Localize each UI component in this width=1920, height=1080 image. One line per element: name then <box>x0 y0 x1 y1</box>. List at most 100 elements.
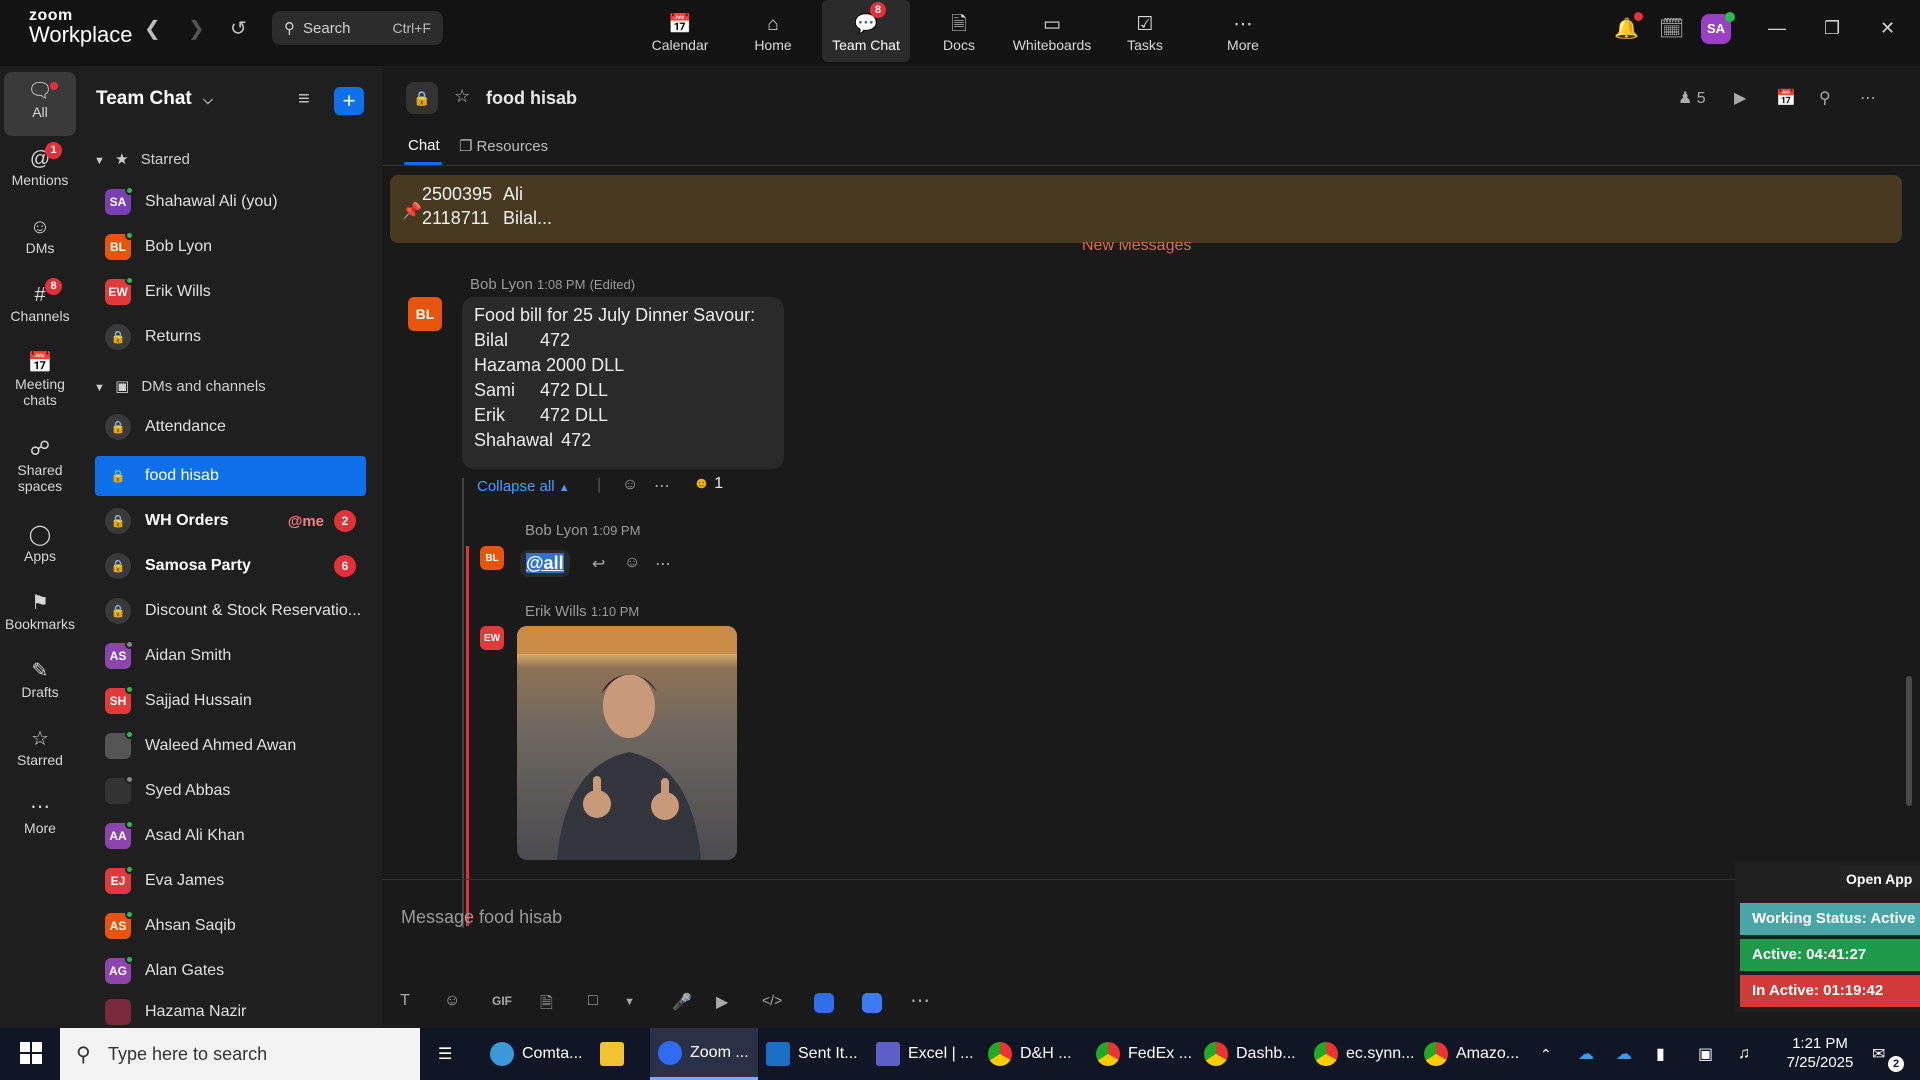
collapse-all-button[interactable]: Collapse all ▲ <box>477 478 570 495</box>
minimize-icon[interactable]: — <box>1768 18 1786 39</box>
chevron-up-icon[interactable]: ⌃ <box>1540 1028 1552 1080</box>
code-icon[interactable]: </> <box>762 992 782 1008</box>
forward-arrow-icon[interactable]: ❯ <box>188 16 205 41</box>
list-item[interactable]: 🔒 Returns <box>95 317 366 357</box>
tab-chat[interactable]: Chat <box>408 137 440 154</box>
cloud-icon[interactable]: ☁ <box>1616 1028 1632 1080</box>
taskbar-app[interactable]: Zoom ... <box>650 1028 758 1080</box>
panel-title[interactable]: Team Chat ⌵ <box>96 88 213 110</box>
history-icon[interactable]: ↺ <box>230 16 247 41</box>
rail-mentions[interactable]: @ Mentions 1 <box>0 142 80 188</box>
add-reaction-icon[interactable]: ☺ <box>624 554 640 572</box>
pinned-message-banner[interactable]: 📌 2500395 Ali 2118711 Bilal... <box>390 175 1902 243</box>
list-item[interactable]: AS Ahsan Saqib <box>95 906 366 946</box>
rail-drafts[interactable]: ✎ Drafts <box>0 658 80 700</box>
more-options-icon[interactable]: ⋯ <box>1860 88 1876 108</box>
video-icon[interactable]: ▶ <box>1734 88 1746 108</box>
members-button[interactable]: ♟ 5 <box>1678 88 1706 108</box>
nav-home[interactable]: ⌂ Home <box>729 0 817 62</box>
message-bubble[interactable]: @all <box>520 550 570 577</box>
scrollbar[interactable] <box>1906 676 1912 806</box>
app-icon[interactable] <box>814 993 834 1013</box>
sender-name[interactable]: Erik Wills <box>525 603 587 620</box>
message-composer[interactable]: Message food hisab T ☺ GIF 🗎 □ ▼ 🎤 ▶ </>… <box>382 879 1920 1028</box>
add-reaction-icon[interactable]: ☺ <box>622 476 638 494</box>
new-chat-button[interactable]: + <box>334 87 364 115</box>
search-icon[interactable]: ⚲ <box>1819 88 1831 108</box>
calendar-icon[interactable]: 📅 <box>1776 88 1796 108</box>
list-item[interactable]: Hazama Nazir <box>95 996 366 1028</box>
taskbar-app[interactable]: FedEx ... <box>1096 1028 1196 1080</box>
list-item[interactable]: BL Bob Lyon <box>95 227 366 267</box>
search-input[interactable]: ⚲ Search Ctrl+F <box>272 11 443 45</box>
list-item[interactable]: SA Shahawal Ali (you) <box>95 182 366 222</box>
rail-apps[interactable]: ◯ Apps <box>0 522 80 564</box>
taskbar-app[interactable]: D&H ... <box>988 1028 1088 1080</box>
restore-icon[interactable]: ❐ <box>1824 18 1840 39</box>
rail-dms[interactable]: ☺ DMs <box>0 214 80 256</box>
list-item[interactable]: EW Erik Wills <box>95 272 366 312</box>
taskbar-app[interactable]: Dashb... <box>1204 1028 1304 1080</box>
rail-shared-spaces[interactable]: ☍ Shared spaces <box>0 436 80 494</box>
battery-icon[interactable]: ▮ <box>1656 1028 1665 1080</box>
channel-title[interactable]: food hisab <box>486 88 577 109</box>
microphone-icon[interactable]: 🎤 <box>672 992 692 1012</box>
list-item-selected[interactable]: 🔒 food hisab <box>95 456 366 496</box>
video-message-icon[interactable]: ▶ <box>716 992 728 1012</box>
list-item[interactable]: SH Sajjad Hussain <box>95 681 366 721</box>
nav-tasks[interactable]: ☑ Tasks <box>1101 0 1189 62</box>
list-item[interactable]: 🔒 WH Orders @me 2 <box>95 501 366 541</box>
file-icon[interactable]: 🗎 <box>540 992 553 1019</box>
nav-team-chat[interactable]: 💬 8 Team Chat <box>822 0 910 62</box>
rail-starred[interactable]: ☆ Starred <box>0 726 80 768</box>
taskbar-app[interactable]: Amazo... <box>1424 1028 1528 1080</box>
starred-section-header[interactable]: ▼ ★ Starred <box>94 150 190 168</box>
taskbar-app[interactable]: Excel | ... <box>876 1028 976 1080</box>
nav-calendar[interactable]: 📅 Calendar <box>636 0 724 62</box>
list-item[interactable]: AS Aidan Smith <box>95 636 366 676</box>
clock[interactable]: 1:21 PM 7/25/2025 <box>1772 1034 1868 1072</box>
list-item[interactable]: 🔒 Discount & Stock Reservatio... <box>95 591 366 631</box>
list-item[interactable]: AA Asad Ali Khan <box>95 816 366 856</box>
more-icon[interactable]: ⋯ <box>910 988 930 1013</box>
windows-start-icon[interactable] <box>20 1042 42 1064</box>
list-item[interactable]: Syed Abbas <box>95 771 366 811</box>
star-icon[interactable]: ☆ <box>454 86 470 107</box>
list-item[interactable]: EJ Eva James <box>95 861 366 901</box>
avatar[interactable]: BL <box>480 546 504 570</box>
nav-docs[interactable]: 🗎 Docs <box>915 0 1003 62</box>
list-item[interactable]: 🔒 Samosa Party 6 <box>95 546 366 586</box>
sender-name[interactable]: Bob Lyon <box>525 522 588 539</box>
text-format-icon[interactable]: T <box>400 992 410 1010</box>
rail-channels[interactable]: # Channels 8 <box>0 278 80 324</box>
composer-placeholder[interactable]: Message food hisab <box>401 907 562 928</box>
more-options-icon[interactable]: ⋯ <box>654 476 670 496</box>
taskbar-search-input[interactable]: ⚲ Type here to search <box>60 1028 420 1080</box>
calendar-status-icon[interactable]: 🗓 <box>1659 16 1684 41</box>
more-options-icon[interactable]: ⋯ <box>655 554 671 574</box>
dms-section-header[interactable]: ▼ ▣ DMs and channels <box>94 377 266 395</box>
gif-icon[interactable]: GIF <box>492 994 512 1008</box>
volume-icon[interactable]: ♫ <box>1738 1028 1750 1080</box>
message-bubble[interactable]: Food bill for 25 July Dinner Savour: Bil… <box>462 297 784 469</box>
rail-more[interactable]: ⋯ More <box>0 794 80 836</box>
mention-all[interactable]: @all <box>526 553 564 573</box>
emoji-icon[interactable]: ☺ <box>444 992 460 1010</box>
tab-resources[interactable]: ❐ Resources <box>459 137 548 155</box>
file-explorer-icon[interactable] <box>600 1028 632 1080</box>
rail-bookmarks[interactable]: ⚑ Bookmarks <box>0 590 80 632</box>
taskbar-app[interactable]: Sent It... <box>766 1028 866 1080</box>
filter-icon[interactable]: ≡ <box>298 88 310 111</box>
screenshot-icon[interactable]: □ <box>588 992 598 1010</box>
back-arrow-icon[interactable]: ❮ <box>144 16 161 41</box>
list-item[interactable]: AG Alan Gates <box>95 951 366 991</box>
task-view-icon[interactable]: ☰ <box>438 1028 452 1080</box>
rail-meeting-chats[interactable]: 📅 Meeting chats <box>0 350 80 408</box>
close-icon[interactable]: ✕ <box>1880 18 1895 39</box>
app-icon[interactable] <box>862 993 882 1013</box>
reply-icon[interactable]: ↩ <box>592 554 605 574</box>
taskbar-app[interactable]: ec.synn... <box>1314 1028 1418 1080</box>
nav-whiteboards[interactable]: ▭ Whiteboards <box>1008 0 1096 62</box>
avatar[interactable]: BL <box>408 297 442 331</box>
list-item[interactable]: 🔒 Attendance <box>95 407 366 447</box>
